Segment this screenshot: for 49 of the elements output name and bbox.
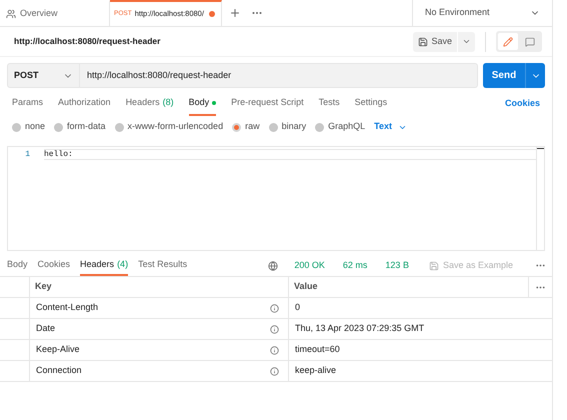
- response-tab[interactable]: Body: [7, 255, 28, 276]
- globe-icon[interactable]: [268, 260, 278, 270]
- request-tab[interactable]: Authorization: [58, 91, 111, 116]
- response-tab[interactable]: Test Results: [138, 255, 188, 276]
- response-tab[interactable]: Headers (4): [80, 255, 128, 276]
- body-type-radio[interactable]: x-www-form-urlencoded: [114, 120, 224, 134]
- method-dropdown[interactable]: POST: [7, 63, 80, 88]
- status-code: 200 OK: [294, 258, 325, 272]
- chevron-down-icon: [462, 37, 471, 46]
- scrollbar-thumb[interactable]: [537, 148, 544, 149]
- info-icon[interactable]: [270, 324, 279, 334]
- cookies-link[interactable]: Cookies: [504, 96, 540, 110]
- request-tab[interactable]: Settings: [354, 91, 388, 116]
- column-header: Value: [289, 277, 529, 297]
- response-time: 62 ms: [342, 258, 368, 272]
- line-number: 1: [24, 148, 31, 160]
- request-tab[interactable]: Headers (8): [126, 91, 174, 116]
- body-type-radio[interactable]: GraphQL: [315, 120, 366, 134]
- response-size: 123 B: [385, 258, 409, 272]
- request-tab[interactable]: Tests: [318, 91, 340, 116]
- environment-dropdown[interactable]: No Environment: [412, 0, 552, 26]
- code-line: hello:: [44, 149, 536, 160]
- comment-icon: [525, 36, 535, 46]
- pencil-icon: [503, 36, 513, 46]
- plus-icon: [229, 7, 241, 19]
- table-cell-text: 0: [295, 301, 300, 314]
- body-type-radio[interactable]: form-data: [54, 120, 106, 134]
- format-dropdown[interactable]: Text: [374, 120, 407, 134]
- table-cell-text: Keep-Alive: [36, 343, 80, 356]
- table-cell-text: Thu, 13 Apr 2023 07:29:35 GMT: [295, 322, 424, 336]
- body-type-radio[interactable]: raw: [232, 120, 260, 134]
- column-header: Key: [30, 277, 289, 297]
- request-tab[interactable]: Params: [12, 91, 44, 116]
- info-icon[interactable]: [270, 366, 279, 376]
- info-icon[interactable]: [270, 346, 279, 354]
- table-cell-text: Content-Length: [36, 301, 98, 314]
- table-cell-text: Connection: [36, 364, 82, 378]
- edit-button[interactable]: [498, 33, 518, 50]
- body-type-radio[interactable]: none: [12, 120, 46, 134]
- table-cell-text: timeout=60: [295, 343, 340, 356]
- request-tab[interactable]: Pre-request Script: [231, 91, 304, 116]
- info-icon[interactable]: [270, 304, 279, 312]
- request-tab[interactable]: Body: [188, 91, 216, 116]
- body-type-radio[interactable]: binary: [268, 120, 306, 134]
- url-field[interactable]: http://localhost:8080/request-header: [80, 63, 478, 88]
- request-title: http://localhost:8080/request-header: [14, 35, 160, 48]
- response-tab[interactable]: Cookies: [38, 255, 70, 276]
- table-cell-text: Date: [36, 322, 56, 336]
- table-cell-text: keep-alive: [295, 364, 336, 378]
